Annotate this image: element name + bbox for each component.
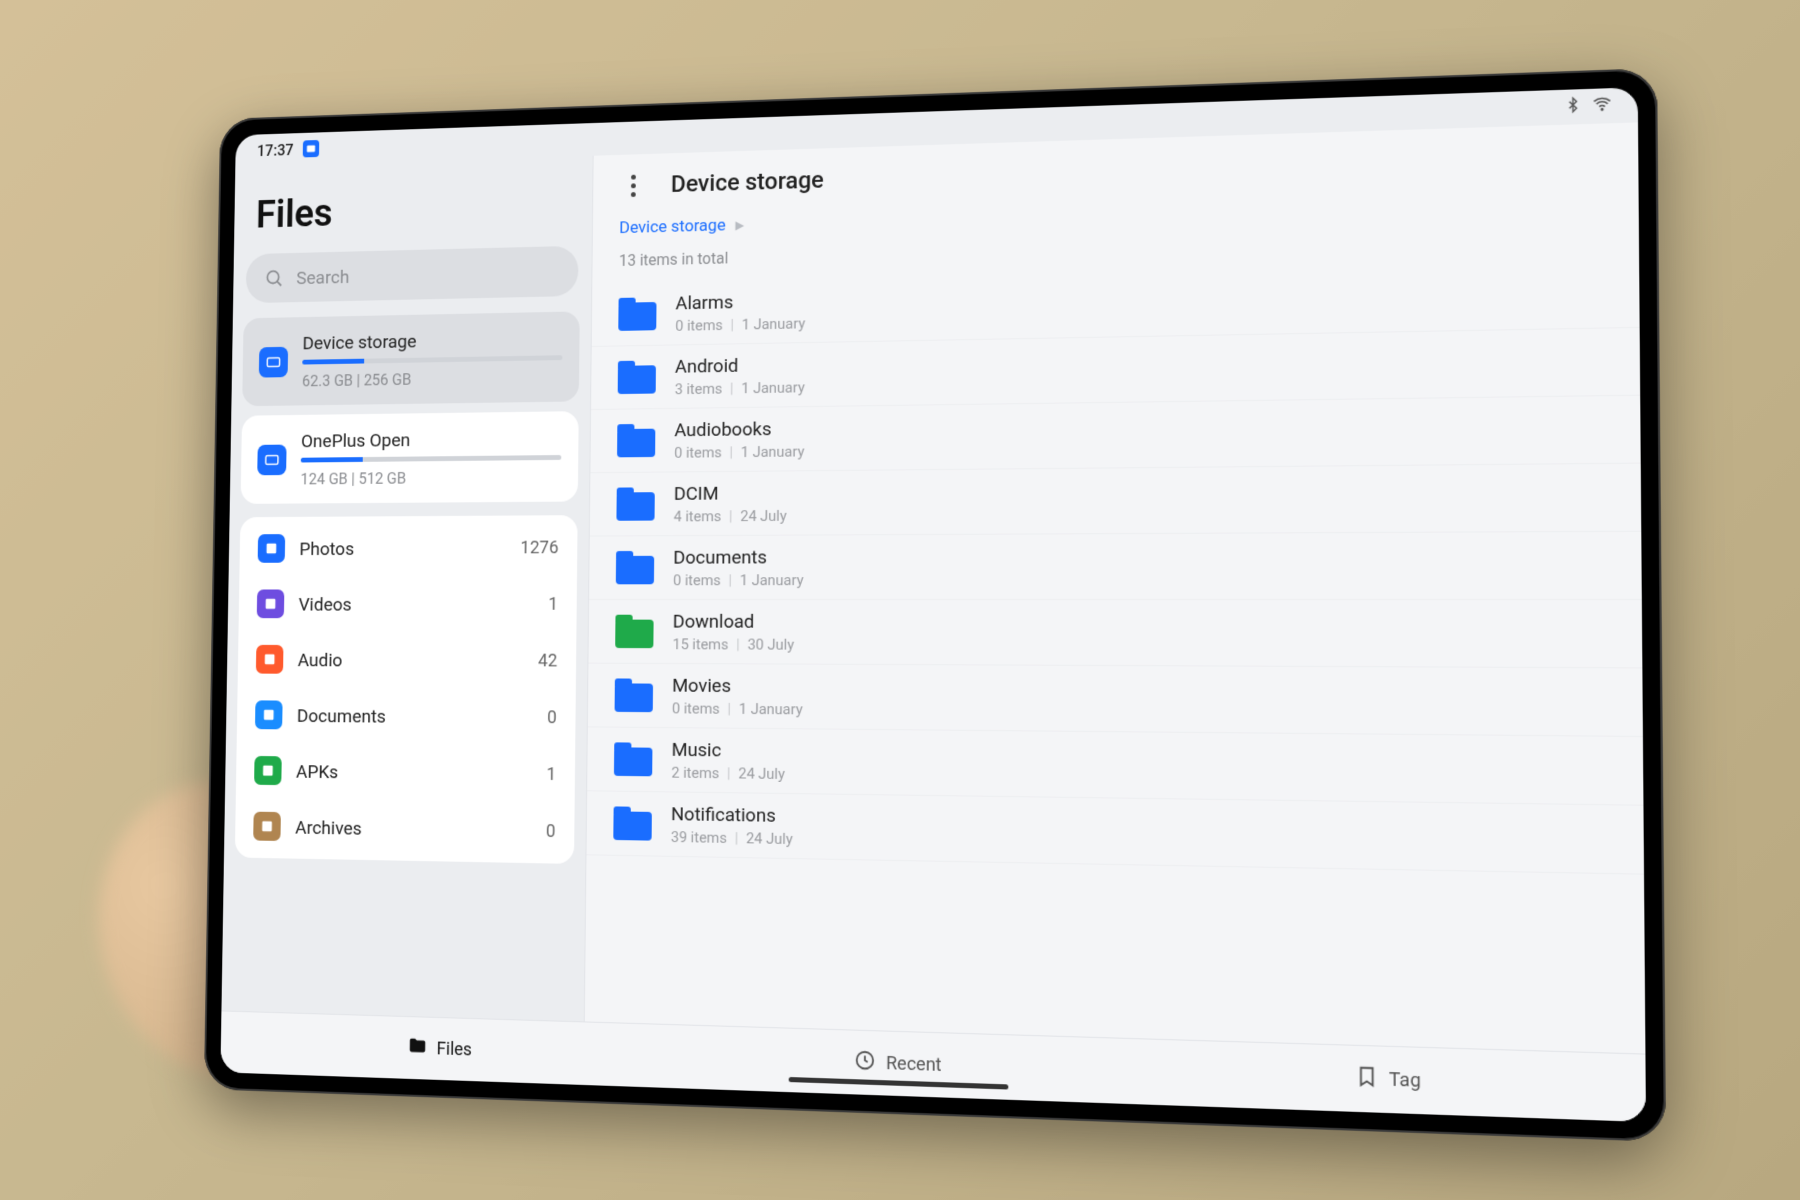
folder-meta: 0 items|1 January	[673, 570, 1611, 590]
storage-card-device-storage[interactable]: Device storage 62.3 GB | 256 GB	[242, 311, 580, 406]
folder-dcim[interactable]: DCIM 4 items|24 July	[590, 464, 1642, 537]
nav-label: Files	[437, 1039, 472, 1061]
category-count: 0	[547, 707, 557, 728]
folder-list: Alarms 0 items|1 January Android 3 items…	[585, 260, 1646, 1053]
category-archives[interactable]: Archives 0	[235, 798, 575, 860]
category-icon	[255, 700, 283, 729]
status-app-icon	[302, 140, 319, 158]
app-title: Files	[234, 156, 593, 255]
categories-list: Photos 1276 Videos 1 Audio 42 Documents …	[235, 515, 578, 864]
folder-icon	[618, 297, 656, 331]
category-icon	[254, 756, 282, 785]
main-title: Device storage	[671, 166, 824, 198]
wifi-icon	[1592, 94, 1612, 117]
category-icon	[258, 534, 286, 563]
folder-notifications[interactable]: Notifications 39 items|24 July	[586, 791, 1644, 874]
category-count: 1	[546, 764, 556, 785]
category-count: 0	[546, 821, 556, 842]
folder-icon	[618, 360, 656, 394]
folder-documents[interactable]: Documents 0 items|1 January	[589, 532, 1642, 600]
folder-name: DCIM	[674, 474, 1611, 504]
folder-meta: 15 items|30 July	[672, 635, 1611, 656]
sidebar: Files Search Device storage 62.3 GB | 25…	[221, 156, 592, 1022]
storage-card-oneplus-open[interactable]: OnePlus Open 124 GB | 512 GB	[241, 411, 579, 504]
bluetooth-icon	[1564, 96, 1581, 117]
nav-tag[interactable]: Tag	[1139, 1039, 1646, 1122]
nav-label: Recent	[886, 1053, 942, 1076]
folder-icon	[615, 615, 653, 648]
category-documents[interactable]: Documents 0	[237, 687, 576, 746]
device-icon	[257, 444, 286, 475]
folder-name: Movies	[672, 674, 1612, 703]
category-count: 1	[548, 594, 558, 614]
category-label: Archives	[295, 816, 531, 842]
storage-size: 124 GB | 512 GB	[300, 468, 561, 489]
category-icon	[257, 589, 285, 618]
storage-size: 62.3 GB | 256 GB	[302, 368, 562, 390]
folder-download[interactable]: Download 15 items|30 July	[588, 600, 1642, 668]
category-icon	[256, 645, 284, 674]
nav-label: Tag	[1389, 1069, 1421, 1092]
folder-icon	[613, 806, 652, 840]
storage-name: Device storage	[302, 327, 562, 354]
clock-icon	[854, 1049, 876, 1077]
category-label: Videos	[298, 593, 533, 615]
status-time: 17:37	[257, 140, 294, 159]
main-pane: Device storage Device storage ▶ 13 items…	[584, 122, 1646, 1053]
nav-recent[interactable]: Recent	[664, 1025, 1138, 1104]
folder-name: Download	[673, 610, 1612, 635]
search-icon	[264, 267, 284, 288]
folder-audiobooks[interactable]: Audiobooks 0 items|1 January	[590, 396, 1640, 474]
category-label: Audio	[298, 648, 524, 671]
category-count: 42	[538, 650, 557, 671]
category-photos[interactable]: Photos 1276	[239, 519, 577, 576]
folder-icon	[617, 424, 655, 458]
search-placeholder: Search	[296, 265, 349, 288]
folder-icon	[616, 551, 654, 584]
category-icon	[253, 812, 281, 841]
more-icon[interactable]	[620, 174, 647, 197]
category-audio[interactable]: Audio 42	[238, 631, 577, 689]
folder-movies[interactable]: Movies 0 items|1 January	[588, 664, 1643, 737]
folder-icon	[614, 742, 653, 776]
category-label: Documents	[297, 704, 532, 728]
category-label: APKs	[296, 760, 532, 785]
nav-files[interactable]: Files	[220, 1011, 665, 1087]
chevron-right-icon: ▶	[735, 218, 744, 232]
folder-name: Documents	[673, 542, 1611, 568]
breadcrumb-link[interactable]: Device storage	[619, 216, 726, 238]
folder-icon	[407, 1035, 428, 1062]
category-count: 1276	[520, 537, 558, 558]
bookmark-icon	[1355, 1065, 1379, 1094]
folder-meta: 0 items|1 January	[672, 699, 1612, 725]
storage-name: OnePlus Open	[301, 427, 562, 452]
device-icon	[259, 346, 288, 377]
category-videos[interactable]: Videos 1	[238, 576, 577, 633]
category-apks[interactable]: APKs 1	[236, 742, 575, 803]
category-label: Photos	[299, 536, 505, 559]
folder-meta: 4 items|24 July	[674, 502, 1611, 526]
search-input[interactable]: Search	[246, 246, 579, 303]
folder-icon	[616, 487, 654, 520]
folder-icon	[615, 678, 654, 712]
